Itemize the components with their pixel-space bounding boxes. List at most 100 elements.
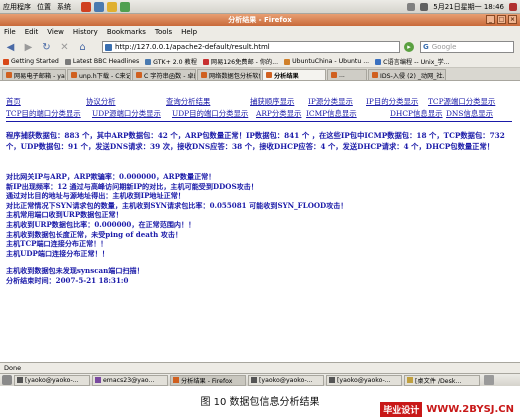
- analysis-results: 对比网关IP与ARP，ARP欺骗率：0.000000，ARP数量正常！ 新IP出…: [6, 172, 510, 286]
- tab-strip: 网易电子邮箱 - yaoko@... unp.h下载 - C来记 - 2A...…: [0, 68, 520, 81]
- places-menu[interactable]: 位置: [37, 2, 51, 12]
- tab[interactable]: IDS-入侵 (2) _动网_社...: [368, 69, 446, 80]
- system-menu[interactable]: 系统: [57, 2, 71, 12]
- bookmark-icon: [284, 58, 291, 65]
- taskbar-button[interactable]: [桌文件 /Desk...: [404, 374, 480, 386]
- nav-link-protocol-analysis[interactable]: 协议分析: [86, 96, 166, 107]
- menu-view[interactable]: View: [47, 28, 64, 36]
- bookmark-item[interactable]: Getting Started: [3, 58, 59, 65]
- bookmark-icon: [375, 58, 382, 65]
- trash-icon[interactable]: [484, 375, 494, 385]
- nav-link-tcp-source-port[interactable]: TCP源端口分类显示: [428, 96, 495, 107]
- tab[interactable]: 网络数据包分析软件: [197, 69, 261, 80]
- taskbar-button[interactable]: emacs23@yao...: [92, 374, 168, 386]
- search-placeholder: Google: [431, 43, 457, 51]
- nav-row-2: TCP目的端口分类显示 UDP源端口分类显示 UDP目的端口分类显示 ARP分类…: [6, 108, 493, 119]
- rss-icon: [64, 58, 71, 65]
- taskbar-button[interactable]: [yaoko@yaoko-...: [248, 374, 324, 386]
- search-input[interactable]: G Google: [420, 41, 514, 53]
- nav-link-home[interactable]: 首页: [6, 96, 86, 107]
- capture-summary: 程序捕获数据包：883 个，其中ARP数据包：42 个，ARP包数量正常！IP数…: [6, 131, 505, 151]
- tab-favicon-icon: [331, 72, 337, 78]
- nav-link-ip-source[interactable]: IP源分类显示: [308, 96, 366, 107]
- tab-favicon-icon: [71, 72, 77, 78]
- clock[interactable]: 5月21日星期一 18:46: [433, 2, 504, 12]
- power-icon[interactable]: [509, 2, 517, 11]
- bookmark-label: UbuntuChina - Ubuntu ...: [292, 58, 370, 65]
- bookmark-item[interactable]: 网易126免费邮 - 你的...: [202, 57, 278, 66]
- bookmark-icon: [202, 58, 209, 65]
- stop-icon[interactable]: ✕: [58, 42, 71, 53]
- status-text: Done: [4, 364, 22, 372]
- forward-icon[interactable]: ▶: [22, 42, 35, 53]
- nav-link-dhcp[interactable]: DHCP信息显示: [390, 108, 446, 119]
- analysis-line: 主机常用端口收到URP数据包正常！: [6, 210, 123, 220]
- nav-link-arp[interactable]: ARP分类显示: [256, 108, 306, 119]
- window-titlebar[interactable]: 分析结果 - Firefox _ □ ×: [0, 14, 520, 26]
- menu-bookmarks[interactable]: Bookmarks: [107, 28, 146, 36]
- watermark: 毕业设计 WWW.2BYSJ.CN: [380, 402, 514, 417]
- bookmarks-toolbar: Getting Started Latest BBC Headlines GTK…: [0, 56, 520, 68]
- go-icon[interactable]: ▸: [404, 42, 414, 52]
- volume-icon[interactable]: [420, 2, 429, 11]
- taskbar-label: [yaoko@yaoko-...: [259, 376, 313, 384]
- tab[interactable]: unp.h下载 - C来记 - 2A...: [67, 69, 131, 80]
- taskbar-label: emacs23@yao...: [103, 376, 155, 384]
- taskbar-button[interactable]: [yaoko@yaoko-...: [14, 374, 90, 386]
- home-icon[interactable]: ⌂: [76, 42, 89, 53]
- tab-active[interactable]: 分析结果: [262, 69, 326, 80]
- taskbar-button[interactable]: [yaoko@yaoko-...: [326, 374, 402, 386]
- bookmark-item[interactable]: C语言编程 -- Unix_学...: [375, 57, 450, 66]
- minimize-icon[interactable]: _: [486, 15, 495, 24]
- navigation-toolbar: ◀ ▶ ↻ ✕ ⌂ http://127.0.0.1/apache2-defau…: [0, 38, 520, 56]
- maximize-icon[interactable]: □: [497, 15, 506, 24]
- nav-row-1: 首页 协议分析 查询分析结果 捕获顺序显示 IP源分类显示 IP目的分类显示 T…: [6, 96, 495, 107]
- analysis-line: 对比网关IP与ARP，ARP欺骗率：0.000000，ARP数量正常！: [6, 172, 216, 181]
- menu-edit[interactable]: Edit: [25, 28, 39, 36]
- nav-link-udp-source-port[interactable]: UDP源端口分类显示: [92, 108, 172, 119]
- nav-link-ip-dest[interactable]: IP目的分类显示: [366, 96, 428, 107]
- bookmark-item[interactable]: GTK+ 2.0 教程: [145, 57, 197, 66]
- back-icon[interactable]: ◀: [4, 42, 17, 53]
- window-title: 分析结果 - Firefox: [228, 16, 292, 24]
- firefox-icon: [173, 377, 179, 383]
- help-launcher-icon[interactable]: [107, 1, 117, 12]
- url-bar[interactable]: http://127.0.0.1/apache2-default/result.…: [102, 41, 400, 53]
- nav-link-capture-order[interactable]: 捕获顺序显示: [250, 96, 308, 107]
- terminal-launcher-icon[interactable]: [120, 1, 130, 12]
- reload-icon[interactable]: ↻: [40, 42, 53, 53]
- emacs-icon: [95, 377, 101, 383]
- tab-favicon-icon: [6, 72, 12, 78]
- menu-history[interactable]: History: [73, 28, 98, 36]
- taskbar-label: 分析结果 - Firefox: [181, 377, 233, 385]
- watermark-site: WWW.2BYSJ.CN: [426, 404, 514, 415]
- mail-launcher-icon[interactable]: [94, 1, 104, 12]
- applications-menu[interactable]: 应用程序: [3, 2, 31, 12]
- close-icon[interactable]: ×: [508, 15, 517, 24]
- gnome-top-panel: 应用程序 位置 系统 5月21日星期一 18:46: [0, 0, 520, 14]
- nav-link-dns[interactable]: DNS信息显示: [446, 108, 493, 119]
- bookmark-item[interactable]: Latest BBC Headlines: [64, 58, 139, 65]
- bookmark-item[interactable]: UbuntuChina - Ubuntu ...: [284, 58, 369, 65]
- network-icon[interactable]: [407, 2, 416, 11]
- terminal-icon: [17, 377, 23, 383]
- taskbar-button-active[interactable]: 分析结果 - Firefox: [170, 374, 246, 386]
- analysis-line: 主机UDP端口连接分布正常！！: [6, 248, 109, 258]
- analysis-line: 分析结束时间：2007-5-21 18:31:0: [6, 275, 129, 285]
- bookmark-icon: [3, 58, 9, 65]
- menu-help[interactable]: Help: [181, 28, 197, 36]
- nav-link-icmp[interactable]: ICMP信息显示: [306, 108, 390, 119]
- show-desktop-icon[interactable]: [2, 375, 12, 385]
- tab[interactable]: ...: [327, 69, 367, 80]
- tab-label: IDS-入侵 (2) _动网_社...: [380, 72, 446, 80]
- nav-link-query-results[interactable]: 查询分析结果: [166, 96, 250, 107]
- tab[interactable]: 网易电子邮箱 - yaoko@...: [2, 69, 66, 80]
- nav-link-udp-dest-port[interactable]: UDP目的端口分类显示: [172, 108, 256, 119]
- menu-file[interactable]: File: [4, 28, 16, 36]
- nav-link-tcp-dest-port[interactable]: TCP目的端口分类显示: [6, 108, 92, 119]
- menu-tools[interactable]: Tools: [155, 28, 172, 36]
- firefox-launcher-icon[interactable]: [81, 1, 91, 12]
- tab-favicon-icon: [372, 72, 378, 78]
- tab[interactable]: C 字符串函数 - 卓的...: [132, 69, 196, 80]
- watermark-brand: 毕业设计: [380, 402, 423, 417]
